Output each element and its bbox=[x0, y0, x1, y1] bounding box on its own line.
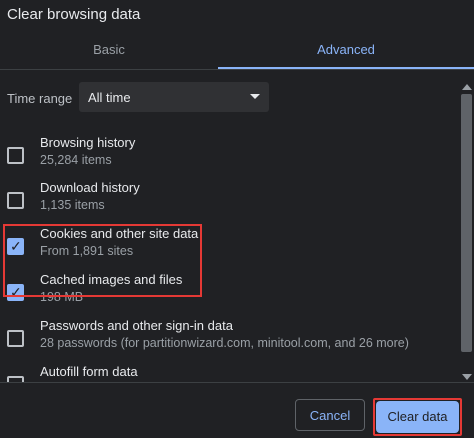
checkbox-browsing-history[interactable] bbox=[7, 147, 24, 164]
option-title: Autofill form data bbox=[40, 364, 138, 379]
option-title: Browsing history bbox=[40, 135, 136, 150]
footer-divider bbox=[0, 382, 474, 383]
option-subtitle: 198 MB bbox=[40, 290, 84, 304]
dialog-title: Clear browsing data bbox=[7, 6, 141, 23]
option-subtitle: 25,284 items bbox=[40, 153, 112, 167]
check-icon: ✓ bbox=[10, 284, 22, 300]
option-autofill[interactable]: Autofill form data bbox=[0, 364, 470, 382]
scrollbar[interactable] bbox=[461, 84, 474, 382]
time-range-value: All time bbox=[88, 90, 131, 105]
option-title: Cookies and other site data bbox=[40, 226, 199, 241]
option-subtitle: From 1,891 sites bbox=[40, 244, 134, 258]
option-subtitle: 28 passwords (for partitionwizard.com, m… bbox=[40, 336, 409, 350]
chevron-down-icon bbox=[250, 94, 260, 99]
scrollbar-thumb[interactable] bbox=[461, 94, 472, 352]
checkbox-passwords[interactable] bbox=[7, 330, 24, 347]
tab-bar: Basic Advanced bbox=[0, 34, 474, 70]
options-list: Time range All time Browsing history 25,… bbox=[0, 70, 474, 382]
clear-data-button[interactable]: Clear data bbox=[376, 401, 459, 433]
option-title: Download history bbox=[40, 180, 140, 195]
scroll-up-arrow-icon[interactable] bbox=[462, 84, 472, 90]
tab-advanced[interactable]: Advanced bbox=[218, 34, 474, 70]
option-title: Cached images and files bbox=[40, 272, 183, 287]
time-range-label: Time range bbox=[7, 91, 73, 106]
time-range-select[interactable]: All time bbox=[79, 82, 269, 112]
scroll-down-arrow-icon[interactable] bbox=[462, 374, 472, 380]
tab-basic[interactable]: Basic bbox=[0, 34, 218, 70]
checkbox-download-history[interactable] bbox=[7, 192, 24, 209]
check-icon: ✓ bbox=[10, 238, 22, 254]
cancel-button[interactable]: Cancel bbox=[295, 399, 365, 431]
option-title: Passwords and other sign-in data bbox=[40, 318, 233, 333]
checkbox-cookies[interactable]: ✓ bbox=[7, 238, 24, 255]
checkbox-cached-images[interactable]: ✓ bbox=[7, 284, 24, 301]
option-subtitle: 1,135 items bbox=[40, 198, 105, 212]
